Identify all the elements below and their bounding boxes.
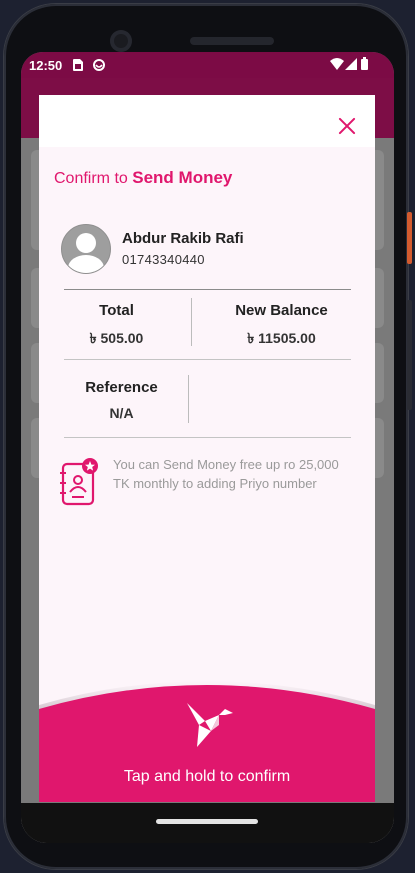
reference-value: N/A	[109, 405, 134, 421]
earpiece-speaker	[190, 37, 274, 45]
navigation-bar	[21, 803, 394, 843]
confirm-dialog: Confirm to Send Money Abdur Rakib Rafi 0…	[39, 95, 375, 802]
title-action: Send Money	[132, 168, 233, 187]
recipient-name: Abdur Rakib Rafi	[122, 230, 244, 247]
recipient-phone: 01743340440	[122, 252, 205, 267]
contact-book-star-icon	[60, 458, 98, 506]
dialog-title: Confirm to Send Money	[54, 168, 232, 188]
battery-icon	[361, 57, 368, 70]
status-time: 12:50	[29, 58, 63, 73]
confirm-label: Tap and hold to confirm	[123, 768, 291, 785]
power-button	[407, 212, 412, 264]
signal-icon	[345, 58, 357, 70]
front-camera	[110, 30, 132, 52]
title-prefix: Confirm to	[54, 170, 128, 187]
reference-label: Reference	[85, 379, 158, 396]
sim-card-icon	[73, 59, 83, 71]
divider	[64, 437, 351, 438]
volume-button	[407, 300, 412, 410]
user-avatar-icon	[61, 224, 111, 274]
screen: 12:50 Confirm to Send Money Abdur Rakib …	[21, 52, 394, 843]
total-value: ৳ 505.00	[89, 330, 144, 346]
divider	[64, 289, 351, 290]
new-balance-label: New Balance	[235, 302, 328, 319]
hold-to-confirm-button[interactable]: Tap and hold to confirm	[39, 673, 375, 802]
close-button[interactable]	[337, 116, 357, 136]
new-balance-value: ৳ 11505.00	[247, 330, 316, 346]
info-message: You can Send Money free up ro 25,000 TK …	[113, 457, 339, 491]
column-divider	[191, 298, 192, 346]
wifi-icon	[330, 58, 344, 70]
column-divider	[188, 375, 189, 423]
notification-app-icon	[93, 59, 105, 71]
home-gesture-bar[interactable]	[156, 819, 258, 824]
paper-bird-icon	[187, 703, 233, 747]
total-label: Total	[99, 302, 134, 319]
status-bar: 12:50	[21, 52, 394, 78]
dialog-header	[39, 95, 375, 147]
divider	[64, 359, 351, 360]
